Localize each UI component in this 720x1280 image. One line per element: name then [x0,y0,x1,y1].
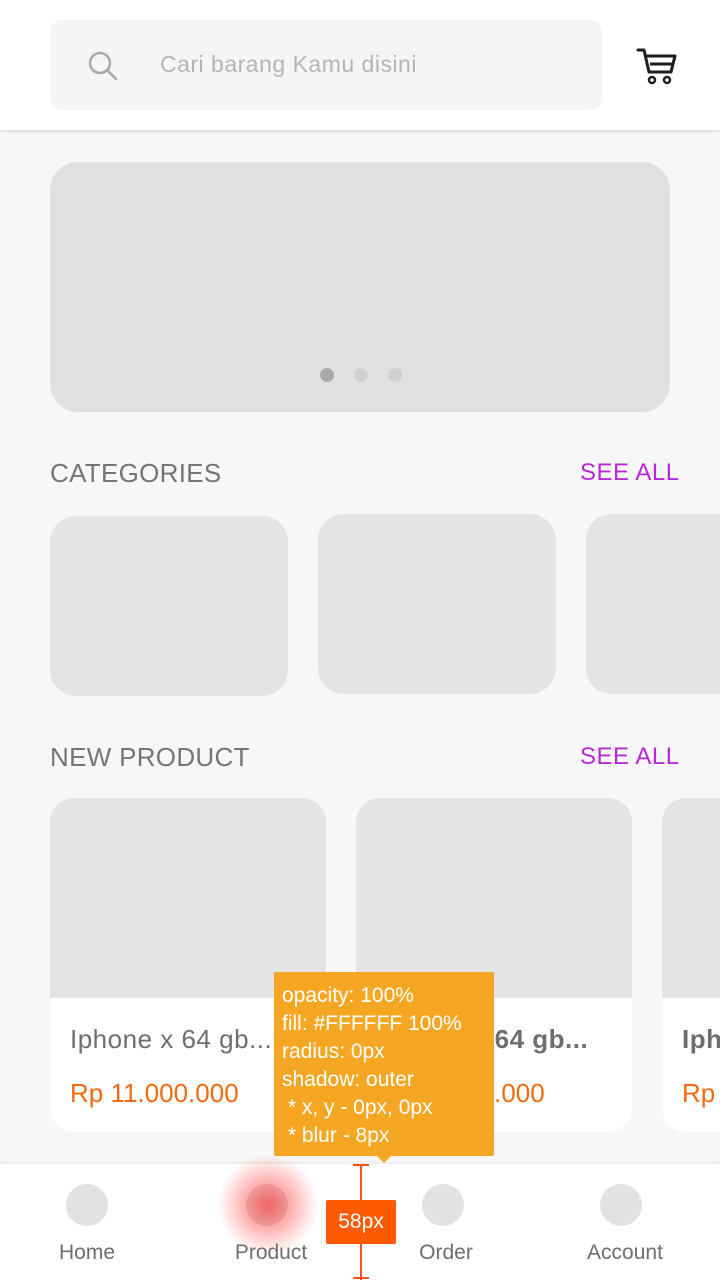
top-bar: Cari barang Kamu disini [0,0,720,130]
annotation-line: fill: #FFFFFF 100% [282,1012,462,1035]
measure-cap [353,1277,369,1279]
product-price: Rp 11.000.000 [682,1078,720,1108]
product-name: Iphone x 64 gb... [70,1024,273,1054]
search-input[interactable]: Cari barang Kamu disini [160,51,417,78]
nav-label: Home [58,1241,116,1264]
account-icon [600,1184,642,1226]
banner-carousel[interactable] [50,162,670,412]
tooltip-arrow [376,1155,392,1163]
nav-label: Account [587,1241,663,1264]
annotation-line: shadow: outer [282,1068,414,1091]
search-bar[interactable]: Cari barang Kamu disini [50,20,602,110]
product-image [50,798,326,998]
search-icon [88,51,118,81]
annotation-line: opacity: 100% [282,984,414,1007]
measure-cap [353,1164,369,1166]
categories-see-all-link[interactable]: SEE ALL [580,459,680,487]
product-image [356,798,632,998]
product-card[interactable]: Iphone x 64 gb... Rp 11.000.000 [662,798,720,1132]
annotation-line: radius: 0px [282,1040,385,1063]
annotation-line: * blur - 8px [282,1124,390,1147]
new-product-see-all-link[interactable]: SEE ALL [580,743,680,771]
product-price: Rp 11.000.000 [70,1078,239,1108]
new-product-title: NEW PRODUCT [50,742,250,772]
product-name: Iphone x 64 gb... [682,1024,720,1054]
home-icon [66,1184,108,1226]
nav-label: Order [419,1241,473,1264]
categories-title: CATEGORIES [50,458,222,488]
cart-icon[interactable] [636,46,678,86]
order-icon [422,1184,464,1226]
carousel-dot[interactable] [320,368,334,382]
nav-item-account[interactable]: Account [550,1164,700,1280]
nav-item-home[interactable]: Home [12,1164,162,1280]
tap-highlight [218,1155,318,1255]
measure-badge: 58px [326,1200,396,1244]
product-image [662,798,720,998]
carousel-dot[interactable] [354,368,368,382]
carousel-dot[interactable] [388,368,402,382]
category-tile[interactable] [318,514,556,694]
category-tile[interactable] [50,516,288,696]
annotation-line: * x, y - 0px, 0px [282,1096,433,1119]
category-tile[interactable] [586,514,720,694]
style-annotation-tooltip: opacity: 100% fill: #FFFFFF 100% radius:… [274,972,494,1156]
